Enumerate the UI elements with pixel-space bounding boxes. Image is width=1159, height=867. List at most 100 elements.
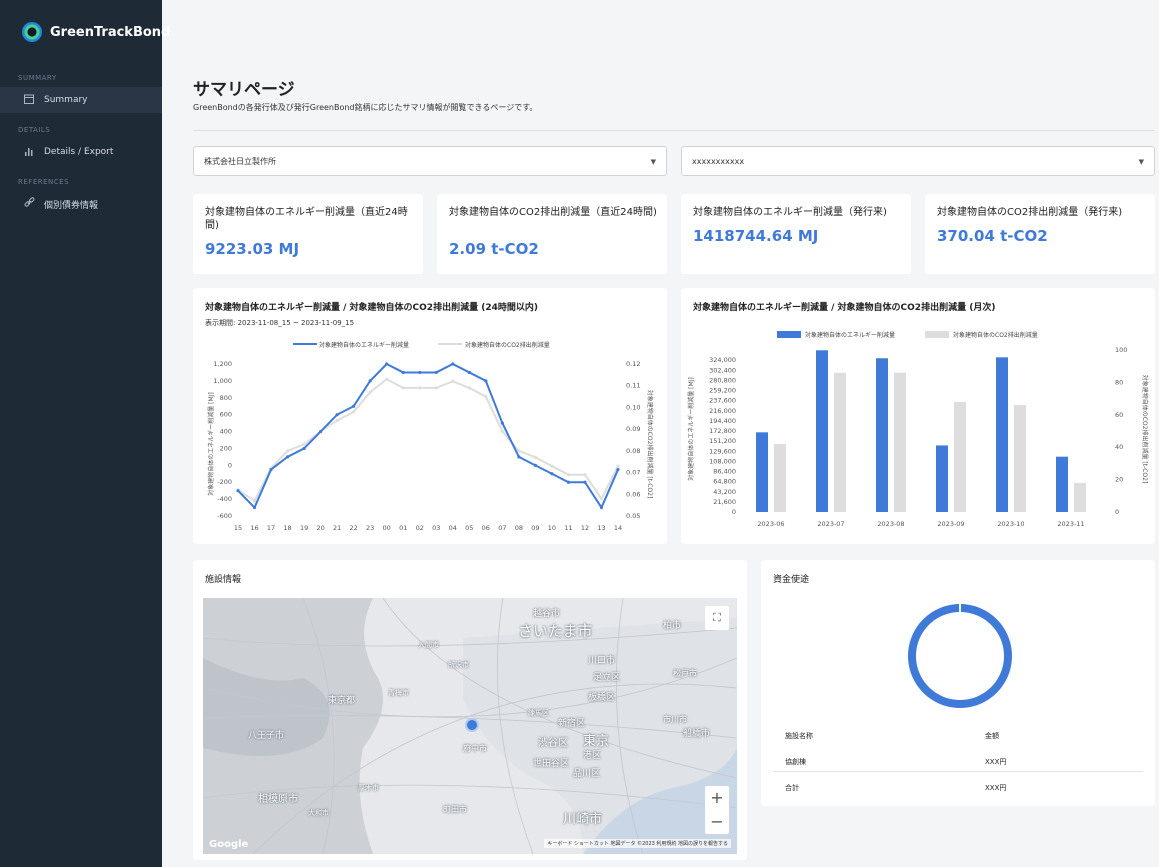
total-label: 合計: [785, 784, 799, 792]
y-tick-left: 200: [220, 444, 232, 452]
data-point: [285, 449, 290, 453]
data-point: [566, 473, 571, 477]
map[interactable]: さいたま市 越谷市 柏市 川口市 足立区 板橋区 東京都 八王子市 府中市 新宿区 渋谷区 東京 世田谷…: [203, 598, 737, 854]
legend-swatch-co2: [925, 331, 949, 338]
map-place-label: 渋谷区: [538, 738, 568, 749]
bar-energy: [816, 350, 828, 512]
sidebar-item-summary[interactable]: Summary: [0, 87, 162, 113]
brand[interactable]: GreenTrackBond: [22, 22, 170, 42]
bar-energy: [756, 432, 768, 512]
map-place-label: 町田市: [443, 805, 467, 814]
data-point: [467, 386, 471, 390]
map-place-label: 新宿区: [558, 719, 586, 729]
y-tick-left: 0: [228, 461, 232, 469]
map-attribution[interactable]: キーボード ショートカット 地図データ ©2023 利用規約 地図の誤りを報告す…: [544, 839, 731, 848]
map-place-label: 厚木市: [358, 784, 379, 792]
y-tick-right: 0.09: [626, 425, 640, 433]
sidebar-item-bond-info[interactable]: 個別債券情報: [0, 191, 162, 217]
zoom-in-button[interactable]: +: [705, 786, 729, 810]
data-point: [302, 442, 306, 446]
y-tick-right: 0: [1115, 508, 1119, 516]
bond-select[interactable]: xxxxxxxxxxx ▼: [681, 146, 1155, 176]
data-point: [434, 386, 438, 390]
brand-name: GreenTrackBond: [50, 24, 171, 40]
data-point: [368, 390, 372, 394]
x-tick: 20: [316, 524, 324, 532]
x-tick: 07: [498, 524, 506, 532]
section-summary: SUMMARY: [18, 74, 57, 82]
y-tick-left: 237,600: [709, 397, 736, 405]
y-tick-left: -200: [217, 478, 232, 486]
data-point: [467, 370, 471, 375]
chart-panel-24h: 対象建物自体のエネルギー削減量 / 対象建物自体のCO2排出削減量 (24時間以…: [193, 288, 667, 544]
chart-title: 対象建物自体のエネルギー削減量 / 対象建物自体のCO2排出削減量 (月次): [693, 303, 996, 313]
data-point: [401, 386, 405, 390]
y-tick-left: 172,800: [709, 427, 736, 435]
kpi-label: 対象建物自体のCO2排出削減量（発行来): [937, 207, 1123, 218]
facility-amount: XXX円: [985, 758, 1007, 766]
legend-co2: 対象建物自体のCO2排出削減量: [465, 341, 550, 349]
map-place-label: 府中市: [463, 744, 487, 753]
x-tick: 17: [267, 524, 275, 532]
sidebar-item-label: 個別債券情報: [44, 200, 99, 211]
bar-co2: [834, 372, 846, 512]
issuer-select[interactable]: 株式会社日立製作所 ▼: [193, 146, 667, 176]
legend-energy: 対象建物自体のエネルギー削減量: [805, 331, 895, 339]
zoom-controls: + −: [705, 786, 729, 834]
kpi-value: 9223.03 MJ: [205, 240, 300, 258]
data-point: [385, 377, 389, 381]
map-place-label: 松戸市: [673, 669, 697, 678]
data-point: [352, 410, 356, 414]
x-tick: 02: [416, 524, 424, 532]
x-tick: 2023-09: [937, 520, 964, 528]
y-tick-left: 151,200: [709, 437, 736, 445]
col-facility-name: 施設名称: [785, 732, 813, 740]
map-place-label: 世田谷区: [533, 759, 570, 769]
map-place-label: 船橋市: [683, 729, 711, 739]
data-point: [500, 421, 504, 425]
kpi-value: 1418744.64 MJ: [693, 227, 819, 245]
map-place-label: 八王子市: [248, 731, 285, 741]
legend-swatch-energy: [777, 331, 801, 338]
y-axis-label-left: 対象建物自体のエネルギー削減量 [MJ]: [207, 392, 215, 496]
x-tick: 19: [300, 524, 308, 532]
data-point: [550, 472, 554, 476]
chart-panel-monthly: 対象建物自体のエネルギー削減量 / 対象建物自体のCO2排出削減量 (月次) 対…: [681, 288, 1155, 544]
y-axis-label-left: 対象建物自体のエネルギー削減量 [MJ]: [687, 377, 695, 481]
bar-chart-icon: [22, 146, 36, 159]
data-point: [484, 379, 488, 383]
x-tick: 01: [399, 524, 407, 532]
y-tick-right: 100: [1115, 346, 1127, 354]
data-point: [335, 413, 339, 417]
section-references: REFERENCES: [18, 178, 70, 186]
x-tick: 2023-11: [1057, 520, 1084, 528]
x-tick: 21: [333, 524, 341, 532]
data-point: [533, 455, 537, 459]
x-tick: 12: [581, 524, 589, 532]
facility-panel: 施設情報 さいたま市 越谷市 柏市 川口市 足立区 板橋区 東京都 八王子市 府中市 新宿区 渋谷区…: [193, 560, 747, 860]
header-divider: [193, 130, 1155, 131]
y-tick-left: 43,200: [713, 488, 736, 496]
series-line: [237, 362, 619, 510]
fullscreen-icon[interactable]: ⛶: [705, 606, 729, 630]
y-tick-left: 1,200: [213, 360, 232, 368]
zoom-out-button[interactable]: −: [705, 810, 729, 834]
bond-select-value: xxxxxxxxxxx: [692, 156, 745, 166]
y-tick-left: 800: [220, 394, 232, 402]
data-point: [500, 429, 504, 433]
bar-co2: [1014, 405, 1026, 512]
x-tick: 18: [283, 524, 291, 532]
x-tick: 2023-10: [997, 520, 1024, 528]
data-point: [252, 499, 257, 503]
sidebar-item-details-export[interactable]: Details / Export: [0, 139, 162, 165]
facility-marker[interactable]: [465, 718, 479, 732]
sidebar-item-label: Details / Export: [44, 147, 114, 157]
x-tick: 15: [234, 524, 242, 532]
facility-title: 施設情報: [205, 575, 242, 585]
funds-panel: 資金使途 施設名称 金額 協創棟 XXX円 合計 XXX円: [761, 560, 1155, 806]
x-tick: 04: [449, 524, 457, 532]
map-place-label: 川崎市: [563, 812, 603, 827]
x-tick: 13: [597, 524, 605, 532]
map-place-label: 青梅市: [388, 689, 409, 697]
map-place-label: 川口市: [588, 656, 616, 666]
